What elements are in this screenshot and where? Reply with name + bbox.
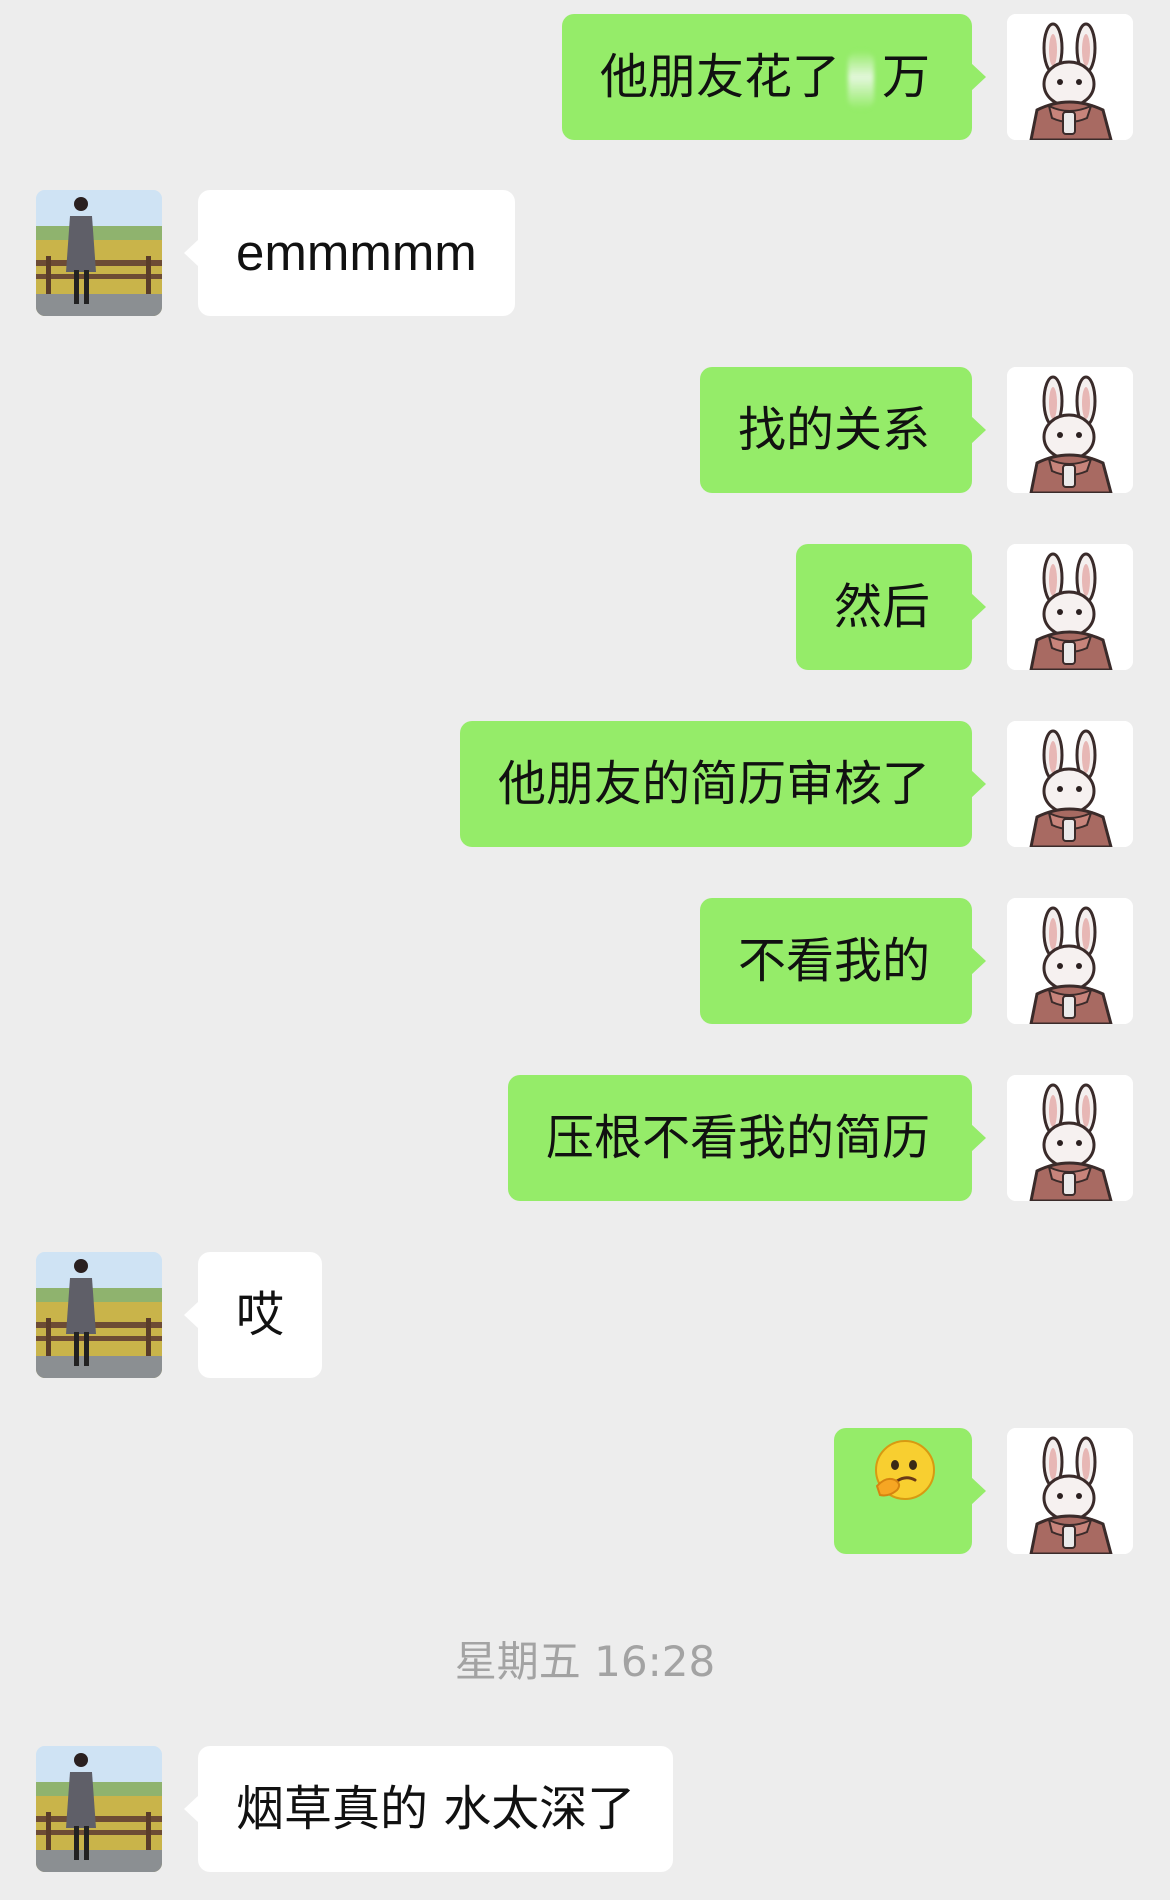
- rabbit-avatar[interactable]: [1007, 367, 1133, 493]
- message-row: 他朋友花了万: [0, 14, 1170, 140]
- girl-field-avatar[interactable]: [36, 1746, 162, 1872]
- message-row: 哎: [0, 1252, 1170, 1378]
- girl-field-avatar[interactable]: [36, 190, 162, 316]
- message-text: 他朋友的简历审核了: [497, 756, 930, 812]
- rabbit-avatar[interactable]: [1007, 544, 1133, 670]
- message-text: 他朋友花了: [599, 49, 840, 105]
- message-row: [0, 1428, 1170, 1554]
- chat-view: 他朋友花了万 emmmmm 找的关系 然后 他朋友的简历审核了 不看我的 压根不…: [0, 0, 1170, 1900]
- message-bubble[interactable]: 烟草真的 水太深了: [183, 1746, 674, 1872]
- message-bubble[interactable]: 找的关系: [699, 367, 987, 493]
- message-text: 找的关系: [737, 402, 930, 458]
- message-bubble[interactable]: 不看我的: [699, 898, 987, 1024]
- message-bubble[interactable]: 哎: [183, 1252, 323, 1378]
- message-row: 然后: [0, 544, 1170, 670]
- message-bubble[interactable]: 他朋友花了万: [561, 14, 987, 140]
- rabbit-avatar[interactable]: [1007, 1428, 1133, 1554]
- message-bubble[interactable]: [834, 1428, 986, 1554]
- message-row: 找的关系: [0, 367, 1170, 493]
- message-row: 压根不看我的简历: [0, 1075, 1170, 1201]
- message-row: 不看我的: [0, 898, 1170, 1024]
- rabbit-avatar[interactable]: [1007, 898, 1133, 1024]
- message-text: 哎: [236, 1287, 285, 1343]
- message-text: 压根不看我的简历: [545, 1110, 930, 1166]
- thinking-face-emoji: [868, 1428, 938, 1554]
- message-text: emmmmm: [236, 224, 477, 281]
- message-text: 烟草真的 水太深了: [236, 1781, 636, 1837]
- message-row: emmmmm: [0, 190, 1170, 316]
- message-timestamp: 星期五 16:28: [454, 1637, 716, 1686]
- message-bubble[interactable]: 他朋友的简历审核了: [459, 721, 987, 847]
- girl-field-avatar[interactable]: [36, 1252, 162, 1378]
- message-text: 不看我的: [737, 933, 930, 989]
- rabbit-avatar[interactable]: [1007, 1075, 1133, 1201]
- rabbit-avatar[interactable]: [1007, 14, 1133, 140]
- message-text: 万: [881, 49, 930, 105]
- rabbit-avatar[interactable]: [1007, 721, 1133, 847]
- redacted-mark: [847, 51, 874, 109]
- message-bubble[interactable]: emmmmm: [184, 190, 515, 316]
- message-bubble[interactable]: 压根不看我的简历: [507, 1075, 987, 1201]
- message-row: 烟草真的 水太深了: [0, 1746, 1170, 1872]
- message-bubble[interactable]: 然后: [795, 544, 987, 670]
- message-text: 然后: [833, 579, 930, 635]
- message-row: 他朋友的简历审核了: [0, 721, 1170, 847]
